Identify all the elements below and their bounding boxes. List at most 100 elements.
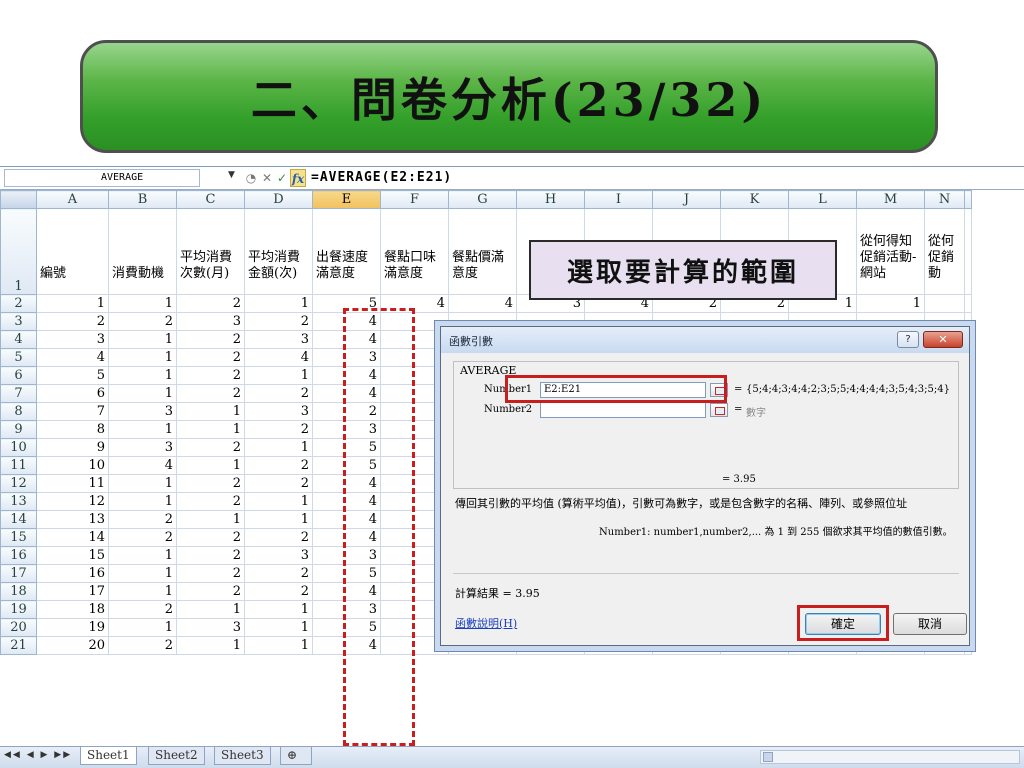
row-header[interactable]: 7 — [0, 384, 37, 403]
grid-cell[interactable]: 1 — [244, 294, 313, 313]
number2-collapse-icon[interactable] — [710, 403, 728, 417]
grid-cell[interactable]: 2 — [244, 582, 313, 601]
grid-cell[interactable] — [964, 294, 972, 313]
grid-cell[interactable]: 1 — [244, 510, 313, 529]
grid-cell[interactable] — [380, 438, 449, 457]
grid-cell[interactable]: 16 — [36, 564, 109, 583]
formula-cancel-icon[interactable]: ◔ — [243, 169, 259, 187]
row-header[interactable]: 9 — [0, 420, 37, 439]
grid-cell[interactable]: 9 — [36, 438, 109, 457]
grid-cell[interactable]: 4 — [312, 474, 381, 493]
row-header[interactable]: 8 — [0, 402, 37, 421]
select-all-corner[interactable] — [0, 190, 37, 209]
row-header[interactable]: 16 — [0, 546, 37, 565]
formula-input[interactable]: =AVERAGE(E2:E21) — [311, 169, 452, 187]
row-header[interactable]: 2 — [0, 294, 37, 313]
column-header-a[interactable]: A — [36, 190, 109, 209]
grid-cell[interactable]: 3 — [312, 546, 381, 565]
grid-cell[interactable]: 3 — [176, 312, 245, 331]
header-cell[interactable]: 平均消費金額(次) — [244, 208, 313, 295]
grid-cell[interactable]: 4 — [380, 294, 449, 313]
grid-cell[interactable]: 1 — [108, 384, 177, 403]
grid-cell[interactable]: 2 — [176, 582, 245, 601]
insert-function-icon[interactable]: fx — [290, 169, 306, 187]
row-header[interactable]: 12 — [0, 474, 37, 493]
grid-cell[interactable]: 1 — [108, 294, 177, 313]
row-header[interactable]: 17 — [0, 564, 37, 583]
grid-cell[interactable]: 2 — [108, 528, 177, 547]
grid-cell[interactable]: 4 — [380, 564, 449, 583]
grid-cell[interactable]: 1 — [244, 438, 313, 457]
grid-cell[interactable]: 2 — [312, 402, 381, 421]
grid-cell[interactable]: 3 — [108, 402, 177, 421]
grid-cell[interactable]: 2 — [176, 366, 245, 385]
ok-button[interactable]: 確定 — [805, 613, 881, 635]
grid-cell[interactable]: 2 — [176, 492, 245, 511]
grid-cell[interactable]: 4 — [312, 384, 381, 403]
grid-cell[interactable] — [380, 384, 449, 403]
grid-cell[interactable]: 4 — [312, 510, 381, 529]
grid-cell[interactable]: 1 — [176, 456, 245, 475]
column-header-g[interactable]: G — [448, 190, 517, 209]
grid-cell[interactable] — [380, 402, 449, 421]
header-cell[interactable]: 從何促銷動 — [924, 208, 965, 295]
grid-cell[interactable]: 2 — [108, 312, 177, 331]
grid-cell[interactable]: 2 — [176, 438, 245, 457]
row-header[interactable]: 4 — [0, 330, 37, 349]
name-box[interactable]: AVERAGE — [4, 169, 200, 187]
grid-cell[interactable]: 6 — [36, 384, 109, 403]
grid-cell[interactable]: 8 — [36, 420, 109, 439]
grid-cell[interactable] — [380, 492, 449, 511]
grid-cell[interactable]: 3 — [36, 330, 109, 349]
cancel-button[interactable]: 取消 — [893, 613, 967, 635]
grid-cell[interactable]: 2 — [244, 420, 313, 439]
grid-cell[interactable] — [380, 546, 449, 565]
grid-cell[interactable]: 2 — [244, 456, 313, 475]
grid-cell[interactable]: 3 — [244, 546, 313, 565]
grid-cell[interactable]: 2 — [244, 312, 313, 331]
grid-cell[interactable]: 5 — [312, 564, 381, 583]
column-header-f[interactable]: F — [380, 190, 449, 209]
grid-cell[interactable]: 1 — [176, 510, 245, 529]
grid-cell[interactable]: 17 — [36, 582, 109, 601]
grid-cell[interactable] — [380, 474, 449, 493]
grid-cell[interactable]: 4 — [380, 582, 449, 601]
grid-cell[interactable] — [380, 312, 449, 331]
grid-cell[interactable]: 1 — [244, 492, 313, 511]
row-header[interactable]: 5 — [0, 348, 37, 367]
grid-cell[interactable]: 1 — [176, 600, 245, 619]
row-header[interactable]: 11 — [0, 456, 37, 475]
grid-cell[interactable]: 1 — [176, 402, 245, 421]
header-cell[interactable]: 餐點口味滿意度 — [380, 208, 449, 295]
grid-cell[interactable]: 1 — [244, 618, 313, 637]
grid-cell[interactable]: 4 — [244, 348, 313, 367]
tab-navigation-icons[interactable]: ◀◀ ◀ ▶ ▶▶ — [4, 750, 72, 760]
grid-cell[interactable]: 1 — [108, 420, 177, 439]
grid-cell[interactable]: 4 — [312, 528, 381, 547]
grid-cell[interactable]: 3 — [312, 348, 381, 367]
column-header-k[interactable]: K — [720, 190, 789, 209]
tab-sheet2[interactable]: Sheet2 — [148, 747, 205, 765]
column-header-b[interactable]: B — [108, 190, 177, 209]
grid-cell[interactable]: 2 — [176, 384, 245, 403]
grid-cell[interactable]: 3 — [312, 600, 381, 619]
grid-cell[interactable]: 2 — [176, 330, 245, 349]
grid-cell[interactable]: 4 — [312, 492, 381, 511]
grid-cell[interactable]: 3 — [244, 330, 313, 349]
grid-cell[interactable] — [924, 294, 965, 313]
grid-cell[interactable]: 10 — [36, 456, 109, 475]
grid-cell[interactable]: 5 — [380, 618, 449, 637]
grid-cell[interactable]: 12 — [36, 492, 109, 511]
row-header[interactable]: 15 — [0, 528, 37, 547]
row-header[interactable]: 14 — [0, 510, 37, 529]
grid-cell[interactable]: 4 — [312, 636, 381, 655]
grid-cell[interactable]: 3 — [312, 420, 381, 439]
grid-cell[interactable]: 5 — [380, 636, 449, 655]
grid-cell[interactable] — [380, 366, 449, 385]
grid-cell[interactable]: 2 — [176, 348, 245, 367]
grid-cell[interactable] — [964, 208, 972, 295]
grid-cell[interactable]: 3 — [108, 438, 177, 457]
header-cell[interactable]: 消費動機 — [108, 208, 177, 295]
grid-cell[interactable] — [380, 456, 449, 475]
grid-cell[interactable]: 15 — [36, 546, 109, 565]
